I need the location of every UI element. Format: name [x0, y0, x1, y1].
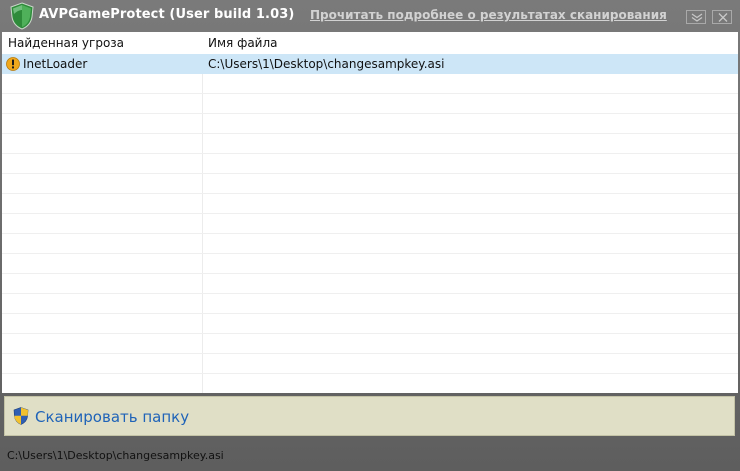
- empty-row: [2, 134, 738, 154]
- empty-row: [2, 334, 738, 354]
- close-icon: [718, 13, 728, 22]
- empty-row: [2, 314, 738, 334]
- uac-shield-icon: [13, 407, 29, 425]
- table-header: Найденная угроза Имя файла: [2, 32, 738, 55]
- app-window: AVPGameProtect (User build 1.03) Прочита…: [0, 0, 740, 471]
- column-header-threat[interactable]: Найденная угроза: [8, 36, 124, 50]
- empty-row: [2, 154, 738, 174]
- empty-row: [2, 294, 738, 314]
- file-path-cell: C:\Users\1\Desktop\changesampkey.asi: [208, 57, 445, 71]
- empty-row: [2, 74, 738, 94]
- empty-row: [2, 114, 738, 134]
- close-button[interactable]: [712, 10, 732, 24]
- action-bar: Сканировать папку: [4, 396, 735, 436]
- empty-row: [2, 234, 738, 254]
- empty-row: [2, 194, 738, 214]
- empty-row: [2, 94, 738, 114]
- window-title: AVPGameProtect (User build 1.03): [39, 7, 295, 22]
- chevron-down-icon: [691, 13, 703, 22]
- empty-row: [2, 274, 738, 294]
- status-bar: C:\Users\1\Desktop\changesampkey.asi: [0, 447, 740, 465]
- scan-folder-button[interactable]: Сканировать папку: [35, 408, 189, 426]
- minimize-button[interactable]: [686, 10, 706, 24]
- warning-icon: [6, 57, 20, 71]
- empty-row: [2, 254, 738, 274]
- table-row[interactable]: InetLoader C:\Users\1\Desktop\changesamp…: [2, 54, 738, 74]
- scan-report-link[interactable]: Прочитать подробнее о результатах сканир…: [310, 8, 667, 22]
- shield-icon: [10, 2, 34, 30]
- threat-name-cell: InetLoader: [23, 57, 88, 71]
- empty-row: [2, 374, 738, 393]
- empty-row: [2, 214, 738, 234]
- title-bar[interactable]: AVPGameProtect (User build 1.03) Прочита…: [0, 0, 740, 32]
- empty-row: [2, 174, 738, 194]
- empty-row: [2, 354, 738, 374]
- threats-table[interactable]: Найденная угроза Имя файла InetLoader C:…: [2, 32, 738, 393]
- status-text: C:\Users\1\Desktop\changesampkey.asi: [7, 449, 224, 462]
- column-header-file[interactable]: Имя файла: [208, 36, 278, 50]
